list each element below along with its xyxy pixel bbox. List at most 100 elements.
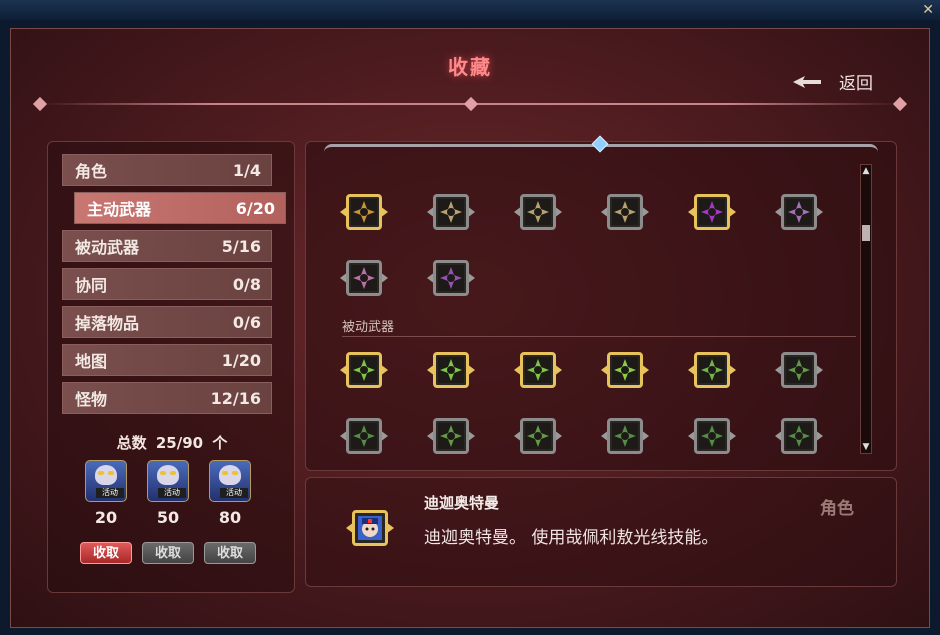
category-label: 被动武器 <box>75 238 140 257</box>
scroll-down-icon[interactable]: ▼ <box>861 441 871 453</box>
claim-button[interactable]: 收取 <box>80 542 132 564</box>
golden-claw-icon <box>351 199 377 225</box>
claim-button[interactable]: 收取 <box>142 542 194 564</box>
eye-icon <box>525 199 551 225</box>
purple-wings-icon <box>351 265 377 291</box>
collection-item[interactable] <box>775 190 823 234</box>
purple-spear-icon <box>438 265 464 291</box>
green-sun-icon <box>612 357 638 383</box>
collection-item[interactable] <box>427 190 475 234</box>
collection-item[interactable] <box>427 256 475 300</box>
collection-item[interactable] <box>688 414 736 458</box>
item-detail-panel: 迪迦奥特曼 迪迦奥特曼。 使用哉佩利敖光线技能。 角色 <box>305 477 897 587</box>
ornament-diamond-icon <box>892 96 908 112</box>
collection-item[interactable] <box>340 348 388 392</box>
category-tab[interactable]: 协同 0/8 <box>62 268 272 300</box>
green-hammer-icon <box>699 423 725 449</box>
category-panel: 角色 1/4 主动武器 6/20 被动武器 5/16 协同 0/8 掉落物品 0/6 地图 1/20 怪… <box>47 141 295 593</box>
collection-item[interactable] <box>688 190 736 234</box>
window-title-bar: ✕ <box>0 0 940 20</box>
scroll-up-icon[interactable]: ▲ <box>861 165 871 177</box>
category-label: 协同 <box>75 276 108 295</box>
close-icon[interactable]: ✕ <box>922 2 934 18</box>
green-robot-icon <box>699 357 725 383</box>
purple-slash-icon <box>699 199 725 225</box>
back-arrow-icon <box>793 75 821 88</box>
collection-item[interactable] <box>601 190 649 234</box>
item-grid-panel: 被动武器 ▲ ▼ <box>305 135 897 471</box>
section-divider <box>342 336 856 337</box>
reward-chest-icon: 活动 <box>85 460 127 502</box>
reward-threshold: 50 <box>156 508 180 527</box>
collection-item[interactable] <box>427 414 475 458</box>
collection-item[interactable] <box>514 348 562 392</box>
collection-item[interactable] <box>514 414 562 458</box>
category-tab[interactable]: 地图 1/20 <box>62 344 272 376</box>
detail-item-description: 迪迦奥特曼。 使用哉佩利敖光线技能。 <box>424 528 719 548</box>
reward-badge: 活动 <box>220 488 248 498</box>
reward-badge: 活动 <box>158 488 186 498</box>
collection-item[interactable] <box>340 256 388 300</box>
crosshair-icon <box>438 199 464 225</box>
category-label: 地图 <box>75 352 108 371</box>
section-label-passive: 被动武器 <box>342 320 395 335</box>
detail-item-frame <box>346 506 394 550</box>
total-unit: 个 <box>212 434 228 452</box>
collection-item[interactable] <box>688 348 736 392</box>
green-cannon-icon <box>786 357 812 383</box>
green-orb-icon <box>612 423 638 449</box>
ornament-diamond-icon <box>32 96 48 112</box>
category-tab[interactable]: 被动武器 5/16 <box>62 230 272 262</box>
category-label: 掉落物品 <box>75 314 140 333</box>
collection-item[interactable] <box>340 414 388 458</box>
collection-item[interactable] <box>601 348 649 392</box>
milestone-reward: 活动 20 <box>81 460 131 527</box>
scroll-thumb[interactable] <box>862 225 870 241</box>
category-count: 1/20 <box>221 350 261 370</box>
page-title: 收藏 <box>448 55 492 79</box>
category-label: 主动武器 <box>87 200 152 219</box>
tiga-portrait-icon <box>358 516 382 540</box>
green-mech-icon <box>351 423 377 449</box>
category-count: 0/8 <box>232 274 261 294</box>
category-count: 0/6 <box>232 312 261 332</box>
reward-threshold: 20 <box>94 508 118 527</box>
collection-item[interactable] <box>514 190 562 234</box>
purple-ribbon-icon <box>786 199 812 225</box>
collection-item[interactable] <box>775 414 823 458</box>
reward-chest-icon: 活动 <box>147 460 189 502</box>
total-counter: 总数 25/90 个 <box>48 432 296 453</box>
category-tab[interactable]: 怪物 12/16 <box>62 382 272 414</box>
total-value: 25/90 <box>155 434 204 452</box>
total-label: 总数 <box>116 434 147 452</box>
category-tab[interactable]: 掉落物品 0/6 <box>62 306 272 338</box>
reward-threshold: 80 <box>218 508 242 527</box>
milestone-reward: 活动 50 <box>143 460 193 527</box>
collection-window: 收藏 返回 角色 1/4 主动武器 6/20 被动武器 5/16 协同 0/8 掉落物品 0/6 地… <box>10 28 930 628</box>
detail-item-name: 迪迦奥特曼 <box>424 494 500 512</box>
drill-icon <box>612 199 638 225</box>
claim-button[interactable]: 收取 <box>204 542 256 564</box>
collection-item[interactable] <box>427 348 475 392</box>
category-tab[interactable]: 角色 1/4 <box>62 154 272 186</box>
category-count: 6/20 <box>235 198 275 218</box>
detail-item-category: 角色 <box>820 499 854 519</box>
collection-item[interactable] <box>775 348 823 392</box>
category-count: 5/16 <box>221 236 261 256</box>
category-count: 12/16 <box>210 388 261 408</box>
green-burst-icon <box>525 357 551 383</box>
green-burst-icon <box>438 357 464 383</box>
collection-item[interactable] <box>340 190 388 234</box>
collection-item[interactable] <box>601 414 649 458</box>
green-magnifier-icon <box>438 423 464 449</box>
category-tab[interactable]: 主动武器 6/20 <box>74 192 286 224</box>
green-burst-icon <box>351 357 377 383</box>
reward-chest-icon: 活动 <box>209 460 251 502</box>
back-button[interactable]: 返回 <box>793 69 873 94</box>
grid-scrollbar[interactable]: ▲ ▼ <box>860 164 872 454</box>
reward-badge: 活动 <box>96 488 124 498</box>
ornament-diamond-icon <box>463 96 479 112</box>
green-fan-icon <box>525 423 551 449</box>
category-label: 怪物 <box>75 390 108 409</box>
milestone-reward: 活动 80 <box>205 460 255 527</box>
